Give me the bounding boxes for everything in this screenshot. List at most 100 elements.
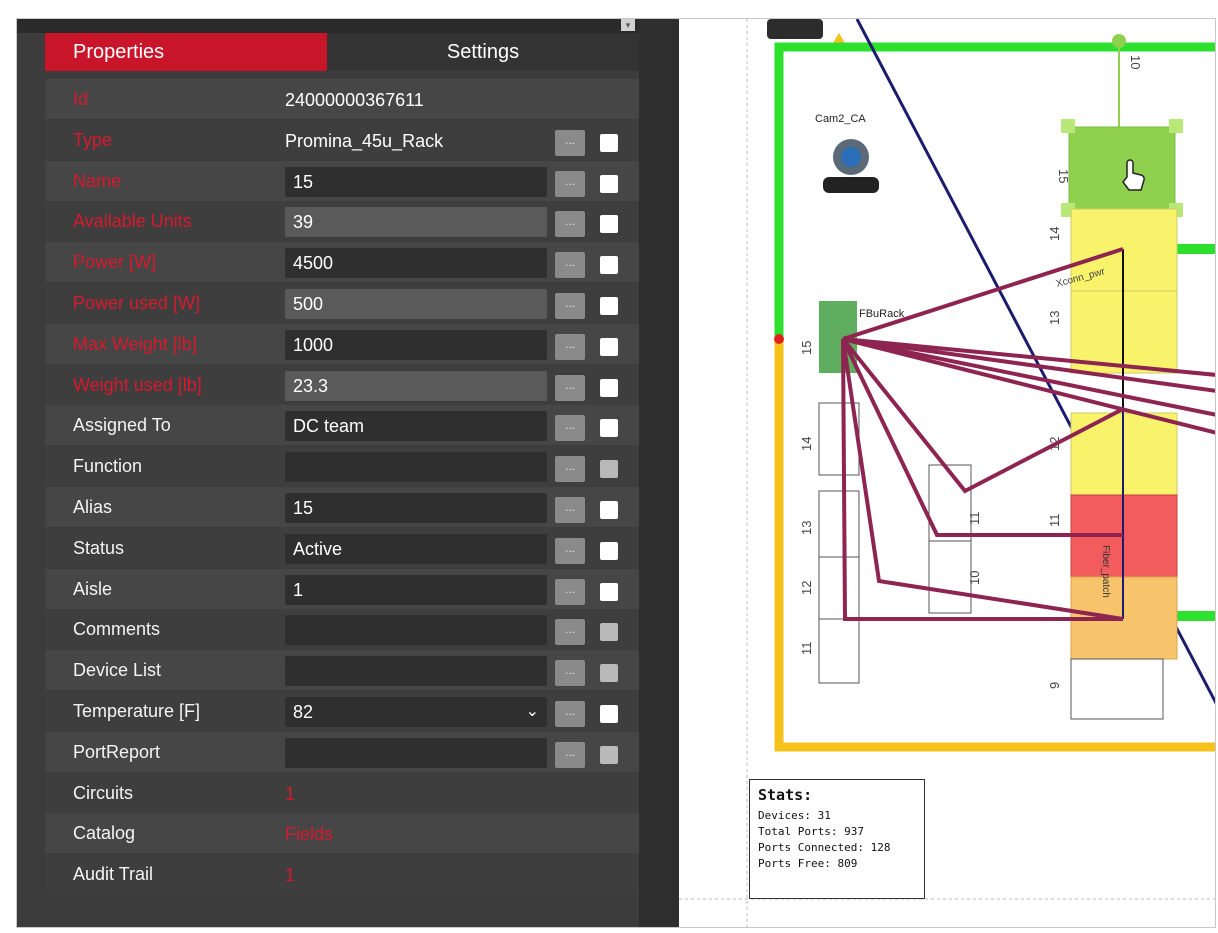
- rack-slot[interactable]: [818, 490, 860, 564]
- property-row: Circuits 1: [45, 772, 639, 813]
- property-label: Audit Trail: [73, 864, 154, 885]
- property-value[interactable]: 15: [285, 166, 547, 197]
- unit-label: 13: [1047, 311, 1062, 325]
- floorplan-canvas[interactable]: Cam2_CA FBuRack 15 14 13 12 11 11 10 10: [679, 19, 1215, 927]
- edit-button[interactable]: ...: [555, 374, 585, 401]
- edit-button[interactable]: ...: [555, 252, 585, 279]
- property-value: 24000000367611: [285, 85, 547, 115]
- property-value[interactable]: [285, 452, 547, 483]
- edit-button[interactable]: ...: [555, 211, 585, 238]
- property-value[interactable]: Active: [285, 533, 547, 564]
- edit-button[interactable]: ...: [555, 415, 585, 442]
- property-checkbox[interactable]: [600, 378, 618, 397]
- property-checkbox[interactable]: [600, 501, 618, 519]
- property-row: Id 24000000367611: [45, 79, 639, 119]
- property-checkbox[interactable]: [600, 297, 618, 315]
- property-link[interactable]: 1: [285, 860, 547, 890]
- property-value[interactable]: 23.3: [285, 370, 547, 401]
- property-checkbox[interactable]: [600, 745, 618, 764]
- property-value[interactable]: [285, 615, 547, 646]
- property-checkbox[interactable]: [600, 174, 618, 193]
- property-value[interactable]: 1000: [285, 329, 547, 360]
- property-checkbox[interactable]: [600, 419, 618, 438]
- property-value-text: 1: [285, 865, 296, 886]
- property-row: Type Promina_45u_Rack...: [45, 119, 639, 160]
- property-label: Id: [73, 89, 89, 109]
- left-unit-label: 15: [799, 341, 814, 355]
- property-row: Assigned To DC team...: [45, 405, 639, 446]
- property-select[interactable]: 82 ⌄: [285, 697, 547, 727]
- property-link[interactable]: 1: [285, 779, 547, 809]
- property-label: Aisle: [73, 578, 113, 599]
- property-label: Function: [73, 456, 143, 477]
- property-checkbox[interactable]: [600, 337, 618, 356]
- rack-slot[interactable]: [818, 618, 860, 684]
- unit-label: 11: [1047, 514, 1062, 528]
- property-value[interactable]: 500: [285, 289, 547, 319]
- property-checkbox[interactable]: [600, 256, 618, 275]
- edit-button[interactable]: ...: [555, 129, 585, 156]
- property-checkbox[interactable]: [600, 215, 618, 234]
- property-checkbox[interactable]: [600, 541, 618, 560]
- property-row: PortReport...: [45, 731, 639, 772]
- property-label: Status: [73, 537, 125, 558]
- chevron-down-icon[interactable]: ▾: [621, 19, 635, 31]
- warning-marker: [833, 33, 845, 43]
- panel-scroll-gutter[interactable]: [639, 19, 679, 927]
- property-value[interactable]: 4500: [285, 248, 547, 279]
- property-value[interactable]: 1: [285, 574, 547, 605]
- property-checkbox[interactable]: [600, 623, 618, 642]
- left-unit-label: 13: [799, 521, 814, 535]
- property-value-text: 1: [285, 783, 296, 804]
- property-label: Weight used [lb]: [73, 374, 202, 395]
- camera-base: [823, 177, 879, 193]
- property-checkbox[interactable]: [600, 460, 618, 479]
- tab-settings[interactable]: Settings: [327, 33, 639, 71]
- property-value-text: DC team: [293, 416, 365, 437]
- property-value[interactable]: 15: [285, 493, 547, 523]
- app-frame: ▾ Properties Settings Id 24000000367611 Ty…: [16, 18, 1216, 928]
- resize-handle[interactable]: [1169, 119, 1183, 133]
- property-label: Assigned To: [73, 415, 171, 436]
- property-link[interactable]: Fields: [285, 819, 547, 849]
- tab-properties[interactable]: Properties: [45, 33, 327, 71]
- property-row: Device List...: [45, 650, 639, 691]
- rack-unit-9[interactable]: [1070, 658, 1164, 720]
- property-checkbox[interactable]: [600, 582, 618, 601]
- ceiling-device[interactable]: [767, 19, 823, 39]
- property-label: Alias: [73, 497, 113, 517]
- rack-fiber-label: Fiber_patch: [1100, 545, 1111, 598]
- property-row: Function...: [45, 446, 639, 487]
- border-junction: [774, 334, 784, 344]
- edit-button[interactable]: ...: [555, 578, 585, 605]
- edit-button[interactable]: ...: [555, 741, 585, 768]
- mid-unit-label: 11: [967, 512, 982, 526]
- property-row: Audit Trail 1: [45, 854, 639, 895]
- edit-button[interactable]: ...: [555, 497, 585, 523]
- selected-rack[interactable]: [1068, 126, 1176, 210]
- property-value-text: 24000000367611: [285, 90, 424, 110]
- edit-button[interactable]: ...: [555, 170, 585, 197]
- property-checkbox[interactable]: [600, 133, 618, 152]
- property-checkbox[interactable]: [600, 664, 618, 683]
- edit-button[interactable]: ...: [555, 660, 585, 687]
- edit-button[interactable]: ...: [555, 619, 585, 646]
- left-unit-label: 14: [799, 437, 814, 451]
- property-value[interactable]: 39: [285, 207, 547, 238]
- property-row: Alias 15...: [45, 487, 639, 527]
- property-value[interactable]: [285, 656, 547, 687]
- rotation-handle[interactable]: [1112, 34, 1126, 48]
- edit-button[interactable]: ...: [555, 456, 585, 483]
- property-value[interactable]: DC team: [285, 411, 547, 442]
- edit-button[interactable]: ...: [555, 701, 585, 727]
- property-label: Max Weight [lb]: [73, 333, 197, 354]
- rack-slot[interactable]: [928, 540, 972, 614]
- edit-button[interactable]: ...: [555, 293, 585, 319]
- rack-slot[interactable]: [818, 556, 860, 620]
- property-checkbox[interactable]: [600, 705, 618, 723]
- property-value[interactable]: [285, 737, 547, 768]
- resize-handle[interactable]: [1061, 119, 1075, 133]
- edit-button[interactable]: ...: [555, 333, 585, 360]
- chevron-down-icon[interactable]: ⌄: [526, 697, 539, 727]
- edit-button[interactable]: ...: [555, 537, 585, 564]
